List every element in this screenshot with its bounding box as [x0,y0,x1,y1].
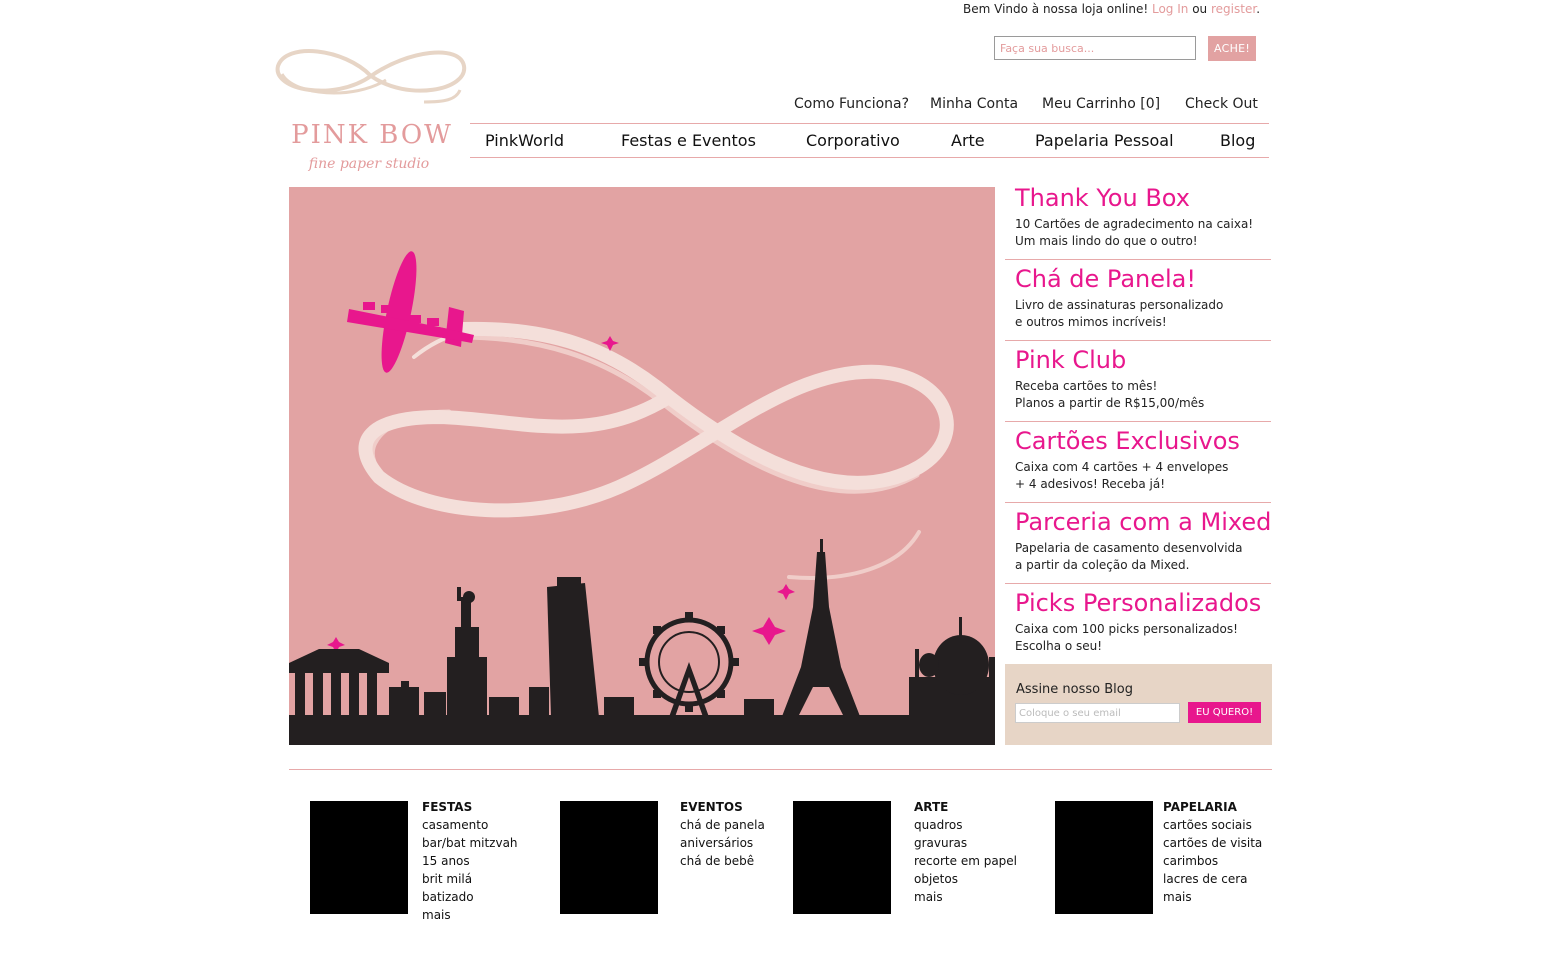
category-link[interactable]: brit milá [422,870,518,888]
category-link[interactable]: objetos [914,870,1017,888]
nav-bottom-divider [470,157,1269,158]
promo-desc: 10 Cartões de agradecimento na caixa! Um… [1015,216,1271,250]
promo-desc-line2: + 4 adesivos! Receba já! [1015,477,1166,491]
promo-pink-club[interactable]: Pink Club Receba cartões to mês! Planos … [1005,348,1271,412]
promo-desc-line1: Caixa com 100 picks personalizados! [1015,622,1238,636]
promo-divider [1005,259,1271,260]
category-link[interactable]: casamento [422,816,518,834]
nav-blog[interactable]: Blog [1220,131,1255,150]
promo-desc-line2: Um mais lindo do que o outro! [1015,234,1198,248]
category-link[interactable]: carimbos [1163,852,1262,870]
subnav-minha-conta[interactable]: Minha Conta [930,96,1018,112]
blog-subscribe-button[interactable]: EU QUERO! [1188,702,1261,723]
promo-divider [1005,421,1271,422]
hero-illustration [289,251,995,745]
promo-desc-line2: a partir da coleção da Mixed. [1015,558,1190,572]
category-link[interactable]: cartões sociais [1163,816,1262,834]
skyline-silhouette [289,539,995,745]
promo-desc-line1: Receba cartões to mês! [1015,379,1158,393]
category-title[interactable]: ARTE [914,798,1017,816]
category-link[interactable]: aniversários [680,834,765,852]
search-button[interactable]: ACHE! [1208,36,1256,61]
category-image-arte[interactable] [793,801,891,914]
or-text: ou [1192,2,1208,16]
promo-title[interactable]: Thank You Box [1015,186,1271,210]
category-link[interactable]: recorte em papel [914,852,1017,870]
category-link[interactable]: chá de panela [680,816,765,834]
category-link[interactable]: batizado [422,888,518,906]
promo-divider [1005,502,1271,503]
welcome-bar: Bem Vindo à nossa loja online! Log In ou… [963,2,1260,16]
category-image-eventos[interactable] [560,801,658,914]
promo-desc: Papelaria de casamento desenvolvida a pa… [1015,540,1271,574]
category-festas: FESTAS casamento bar/bat mitzvah 15 anos… [422,798,518,924]
subnav-como-funciona[interactable]: Como Funciona? [794,96,909,112]
blog-signup-box: Assine nosso Blog EU QUERO! [1005,664,1272,745]
subnav-check-out[interactable]: Check Out [1185,96,1258,112]
logo-title: PINK BOW [291,120,453,150]
nav-pinkworld[interactable]: PinkWorld [485,131,564,150]
category-link[interactable]: cartões de visita [1163,834,1262,852]
category-link[interactable]: gravuras [914,834,1017,852]
nav-festas-eventos[interactable]: Festas e Eventos [621,131,756,150]
nav-top-divider [470,123,1269,124]
promo-title[interactable]: Picks Personalizados [1015,591,1271,615]
promo-desc-line1: Livro de assinaturas personalizado [1015,298,1224,312]
login-link[interactable]: Log In [1152,2,1188,16]
category-title[interactable]: FESTAS [422,798,518,816]
category-link[interactable]: mais [914,888,1017,906]
promo-thank-you-box[interactable]: Thank You Box 10 Cartões de agradeciment… [1005,186,1271,250]
promo-desc-line1: Caixa com 4 cartões + 4 envelopes [1015,460,1229,474]
promo-title[interactable]: Cartões Exclusivos [1015,429,1271,453]
category-image-papelaria[interactable] [1055,801,1153,914]
promo-desc: Receba cartões to mês! Planos a partir d… [1015,378,1271,412]
category-link[interactable]: chá de bebê [680,852,765,870]
promo-desc-line1: Papelaria de casamento desenvolvida [1015,541,1243,555]
category-link[interactable]: mais [422,906,518,924]
promo-parceria-mixed[interactable]: Parceria com a Mixed Papelaria de casame… [1005,510,1271,574]
welcome-text: Bem Vindo à nossa loja online! [963,2,1149,16]
promo-title[interactable]: Chá de Panela! [1015,267,1271,291]
footer-divider [289,769,1272,770]
welcome-period: . [1256,2,1261,16]
register-link[interactable]: register [1211,2,1256,16]
promo-title[interactable]: Pink Club [1015,348,1271,372]
promo-cartoes-exclusivos[interactable]: Cartões Exclusivos Caixa com 4 cartões +… [1005,429,1271,493]
search-input[interactable] [994,36,1196,60]
nav-arte[interactable]: Arte [951,131,985,150]
category-title[interactable]: PAPELARIA [1163,798,1262,816]
promo-desc: Caixa com 100 picks personalizados! Esco… [1015,621,1271,655]
promo-picks-personalizados[interactable]: Picks Personalizados Caixa com 100 picks… [1005,591,1271,655]
category-link[interactable]: quadros [914,816,1017,834]
category-papelaria: PAPELARIA cartões sociais cartões de vis… [1163,798,1262,906]
promo-desc-line2: e outros mimos incríveis! [1015,315,1167,329]
hero-banner[interactable] [289,187,995,745]
logo-subtitle: fine paper studio [308,156,430,172]
subnav-meu-carrinho[interactable]: Meu Carrinho [0] [1042,96,1160,112]
blog-signup-title: Assine nosso Blog [1016,682,1133,697]
promo-divider [1005,340,1271,341]
category-image-festas[interactable] [310,801,408,914]
category-eventos: EVENTOS chá de panela aniversários chá d… [680,798,765,870]
category-link[interactable]: bar/bat mitzvah [422,834,518,852]
promo-title[interactable]: Parceria com a Mixed [1015,510,1271,534]
blog-email-input[interactable] [1015,703,1180,723]
promo-desc: Livro de assinaturas personalizado e out… [1015,297,1271,331]
category-arte: ARTE quadros gravuras recorte em papel o… [914,798,1017,906]
promo-desc: Caixa com 4 cartões + 4 envelopes + 4 ad… [1015,459,1271,493]
category-title[interactable]: EVENTOS [680,798,765,816]
promo-desc-line2: Planos a partir de R$15,00/mês [1015,396,1205,410]
promo-desc-line2: Escolha o seu! [1015,639,1103,653]
promo-divider [1005,583,1271,584]
promo-desc-line1: 10 Cartões de agradecimento na caixa! [1015,217,1254,231]
category-link[interactable]: 15 anos [422,852,518,870]
promo-cha-de-panela[interactable]: Chá de Panela! Livro de assinaturas pers… [1005,267,1271,331]
nav-corporativo[interactable]: Corporativo [806,131,900,150]
nav-papelaria-pessoal[interactable]: Papelaria Pessoal [1035,131,1174,150]
category-link[interactable]: lacres de cera [1163,870,1262,888]
airplane-icon [347,251,474,373]
category-link[interactable]: mais [1163,888,1262,906]
